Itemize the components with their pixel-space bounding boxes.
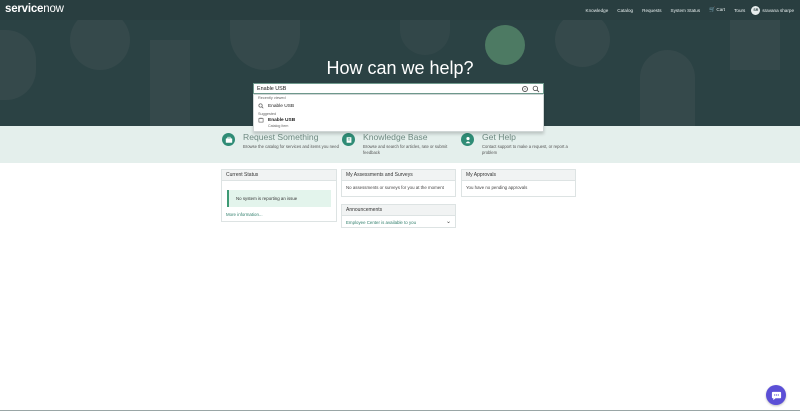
page-title: How can we help?: [326, 58, 474, 78]
feature-description: Browse the catalog for services and item…: [243, 144, 339, 149]
book-icon: [342, 133, 355, 146]
more-information-link[interactable]: More information...: [226, 212, 263, 217]
nav-catalog[interactable]: Catalog: [617, 8, 633, 13]
widget-title: Current Status: [222, 170, 336, 181]
approvals-widget: My Approvals You have no pending approva…: [461, 169, 576, 197]
support-icon: [461, 133, 474, 146]
user-name[interactable]: sravana sharpe: [762, 8, 794, 13]
widget-title: Announcements: [342, 205, 455, 216]
nav-menu: Knowledge Catalog Requests System Status…: [577, 0, 794, 20]
widget-title: My Assessments and Surveys: [342, 170, 455, 181]
suggested-item-label: Enable USB: [268, 117, 296, 123]
nav-tours[interactable]: Tours: [734, 8, 745, 13]
search-icon[interactable]: [532, 85, 540, 93]
clear-search-icon[interactable]: ×: [522, 86, 528, 92]
cart-label: Cart: [716, 7, 726, 12]
assessments-widget: My Assessments and Surveys No assessment…: [341, 169, 456, 197]
logo-text: service: [5, 3, 44, 15]
suggested-heading: Suggested: [258, 112, 277, 116]
nav-cart[interactable]: 🛒Cart: [709, 7, 725, 13]
recent-item[interactable]: Enable USB: [258, 103, 294, 109]
feature-description: Contact support to make a request, or re…: [482, 144, 568, 155]
chat-button[interactable]: [766, 385, 786, 405]
suggested-item-type: Catalog Item: [268, 124, 289, 128]
recent-heading: Recently viewed: [258, 96, 286, 100]
feature-title[interactable]: Knowledge Base: [363, 132, 428, 142]
hero-decoration: [400, 20, 450, 55]
search-suggestions-dropdown: Recently viewed Enable USB Suggested Ena…: [253, 94, 544, 132]
hero-decoration: [150, 40, 190, 126]
chevron-down-icon[interactable]: ⌄: [446, 218, 451, 225]
cart-icon: 🛒: [709, 7, 716, 13]
servicenow-logo[interactable]: servicenow: [5, 3, 64, 15]
widget-title: My Approvals: [462, 170, 575, 181]
top-navbar: servicenow Knowledge Catalog Requests Sy…: [0, 0, 800, 20]
feature-title[interactable]: Request Something: [243, 132, 318, 142]
search-input[interactable]: [254, 85, 514, 92]
logo-text-tail: now: [43, 3, 64, 15]
briefcase-icon: [222, 133, 235, 146]
chat-icon: [771, 391, 781, 400]
approvals-message: You have no pending approvals: [466, 185, 528, 190]
bottom-divider: [0, 410, 800, 411]
nav-knowledge[interactable]: Knowledge: [586, 8, 609, 13]
avatar[interactable]: SR: [751, 5, 761, 15]
search-box: ×: [253, 83, 544, 94]
nav-requests[interactable]: Requests: [642, 8, 661, 13]
announcement-item[interactable]: Employee Center is available to you: [346, 220, 416, 225]
announcements-widget: Announcements Employee Center is availab…: [341, 204, 456, 228]
search-icon: [258, 103, 264, 109]
current-status-widget: Current Status No system is reporting an…: [221, 169, 337, 222]
status-message: No system is reporting an issue: [227, 190, 331, 207]
recent-item-label: Enable USB: [268, 103, 295, 109]
assessments-message: No assessments or surveys for you at the…: [346, 185, 444, 190]
suggested-item[interactable]: Enable USB: [258, 117, 295, 123]
nav-system-status[interactable]: System Status: [671, 8, 701, 13]
catalog-item-icon: [258, 117, 264, 123]
feature-description: Browse and search for articles, rate or …: [363, 144, 448, 155]
feature-title[interactable]: Get Help: [482, 132, 516, 142]
